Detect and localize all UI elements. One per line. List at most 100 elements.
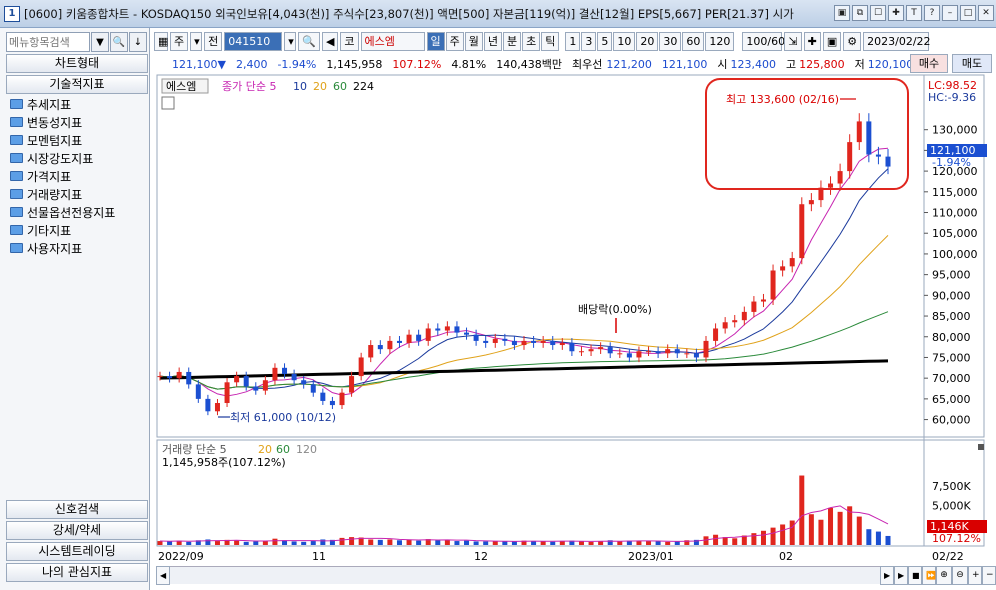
scroll-left-icon[interactable]: ◀	[156, 566, 170, 585]
tree-item-label: 거래량지표	[27, 187, 83, 202]
folder-icon	[10, 207, 23, 217]
interval-tab[interactable]: 10	[613, 31, 636, 51]
title-button-5[interactable]: ?	[924, 5, 940, 21]
interval-tabs: 1 3 5 10 20 30 60 120	[565, 31, 735, 51]
tree-item[interactable]: 기타지표	[10, 221, 148, 239]
tree-item-label: 변동성지표	[27, 115, 83, 130]
down-arrow-icon[interactable]: ↓	[129, 32, 147, 52]
interval-tab[interactable]: 30	[659, 31, 682, 51]
period-tab[interactable]: 틱	[541, 31, 560, 51]
search-icon[interactable]: 🔍	[298, 31, 320, 51]
period-tab[interactable]: 초	[522, 31, 541, 51]
market-label: 코	[340, 31, 359, 51]
scroll-right-icon[interactable]: ▶	[880, 566, 894, 585]
tree-item[interactable]: 시장강도지표	[10, 149, 148, 167]
sell-button[interactable]: 매도	[952, 54, 992, 73]
bull-bear-button[interactable]: 강세/약세	[6, 521, 148, 540]
title-buttons: ▣ ⧉ ☐ ✚ T? – □ ✕	[834, 5, 994, 21]
title-button-4[interactable]: T	[906, 5, 922, 21]
buy-button[interactable]: 매수	[910, 54, 948, 73]
period-tab[interactable]: 년	[483, 31, 503, 51]
volume-ratio: 107.12%	[392, 57, 442, 71]
zoom-out-icon[interactable]: ⊖	[952, 566, 968, 585]
tree-item[interactable]: 가격지표	[10, 167, 148, 185]
count-display[interactable]: 100/600	[742, 31, 792, 51]
open-price: 123,400	[730, 57, 777, 71]
minus-icon[interactable]: −	[982, 566, 996, 585]
chart-type-button[interactable]: 차트형태	[6, 54, 148, 73]
settings-icon[interactable]: ⚙	[843, 31, 862, 51]
zoom-in-icon[interactable]: ⊕	[936, 566, 952, 585]
tree-item[interactable]: 모멘텀지표	[10, 131, 148, 149]
fast-forward-icon[interactable]: ⏩	[922, 566, 936, 585]
volume-value: 1,145,958	[326, 57, 383, 71]
tree-item[interactable]: 변동성지표	[10, 113, 148, 131]
crosshair-icon[interactable]: ✚	[803, 31, 821, 51]
title-button-1[interactable]: ⧉	[852, 5, 868, 21]
save-icon[interactable]: ▣	[822, 31, 842, 51]
tree-item[interactable]: 선물옵션전용지표	[10, 203, 148, 221]
app-icon: 1	[4, 5, 20, 22]
low-price: 120,100	[867, 57, 914, 71]
period-dropdown-icon[interactable]: ▾	[190, 31, 203, 51]
title-button-2[interactable]: ☐	[870, 5, 886, 21]
play-icon[interactable]: ▶	[894, 566, 908, 585]
interval-tab[interactable]: 5	[597, 31, 613, 51]
folder-icon	[10, 225, 23, 235]
interval-tab[interactable]: 3	[581, 31, 597, 51]
dropdown-icon[interactable]: ▼	[91, 32, 109, 52]
price-change: 2,400	[235, 57, 268, 71]
title-button-0[interactable]: ▣	[834, 5, 850, 21]
toolbar: ▦ 주 ▾ 전 041510 ▾ 🔍 ◀ 코 에스엠 일주월년분초틱 1 3 5 10…	[152, 30, 996, 52]
folder-icon	[10, 171, 23, 181]
interval-tab[interactable]: 60	[682, 31, 705, 51]
period-tab[interactable]: 주	[445, 31, 464, 51]
system-trading-button[interactable]: 시스템트레이딩	[6, 542, 148, 561]
title-button-6[interactable]: –	[942, 5, 958, 21]
trade-amount: 140,438백만	[496, 58, 562, 71]
plus-icon[interactable]: +	[968, 566, 982, 585]
tree-item-label: 추세지표	[27, 97, 72, 112]
quote-bar: 121,100▼ 2,400 -1.94% 1,145,958 107.12% …	[152, 55, 996, 73]
period-tab[interactable]: 일	[426, 31, 445, 51]
my-indicator-button[interactable]: 나의 관심지표	[6, 563, 148, 582]
stock-code-input[interactable]: 041510	[224, 31, 283, 51]
interval-tab[interactable]: 20	[636, 31, 659, 51]
folder-icon	[10, 189, 23, 199]
indicator-tree: 추세지표변동성지표 모멘텀지표시장강도지표가격지표거래량지표선물옵션전용지표기타지…	[10, 95, 148, 257]
tree-item[interactable]: 거래량지표	[10, 185, 148, 203]
menu-search-input[interactable]	[6, 32, 90, 52]
folder-icon	[10, 243, 23, 253]
title-button-8[interactable]: ✕	[978, 5, 994, 21]
code-dropdown-icon[interactable]: ▾	[284, 31, 297, 51]
search-icon[interactable]: 🔍	[110, 32, 128, 52]
chart-scrollbar[interactable]: ◀ ▶ ▶ ■ ⏩ ⊕ ⊖ + −	[156, 566, 996, 585]
best-label: 최우선	[572, 58, 603, 71]
period-tab[interactable]: 분	[503, 31, 522, 51]
tree-item-label: 시장강도지표	[27, 151, 94, 166]
period-select[interactable]: 주	[170, 31, 189, 51]
expand-icon[interactable]: ⇲	[784, 31, 802, 51]
folder-icon	[10, 99, 23, 109]
tree-item-label: 가격지표	[27, 169, 72, 184]
tree-item[interactable]: 추세지표	[10, 95, 148, 113]
prev-button[interactable]: 전	[204, 31, 223, 51]
bid-price: 121,100	[661, 57, 708, 71]
signal-search-button[interactable]: 신호검색	[6, 500, 148, 519]
stock-name: 에스엠	[360, 31, 425, 51]
interval-tab[interactable]: 120	[705, 31, 735, 51]
period-tab[interactable]: 월	[464, 31, 483, 51]
stop-icon[interactable]: ■	[908, 566, 922, 585]
low-label: 저	[854, 58, 865, 71]
tech-indicator-button[interactable]: 기술적지표	[6, 75, 148, 94]
title-button-7[interactable]: □	[960, 5, 976, 21]
tree-item[interactable]: 사용자지표	[10, 239, 148, 257]
tree-item-label: 기타지표	[27, 223, 72, 238]
folder-icon	[10, 135, 23, 145]
interval-tab[interactable]: 1	[565, 31, 581, 51]
sound-icon[interactable]: ◀	[321, 31, 339, 51]
chart-toggle-icon[interactable]: ▦	[154, 31, 168, 51]
tree-item-label: 선물옵션전용지표	[27, 205, 116, 220]
title-button-3[interactable]: ✚	[888, 5, 904, 21]
date-input[interactable]: 2023/02/22	[863, 31, 931, 51]
